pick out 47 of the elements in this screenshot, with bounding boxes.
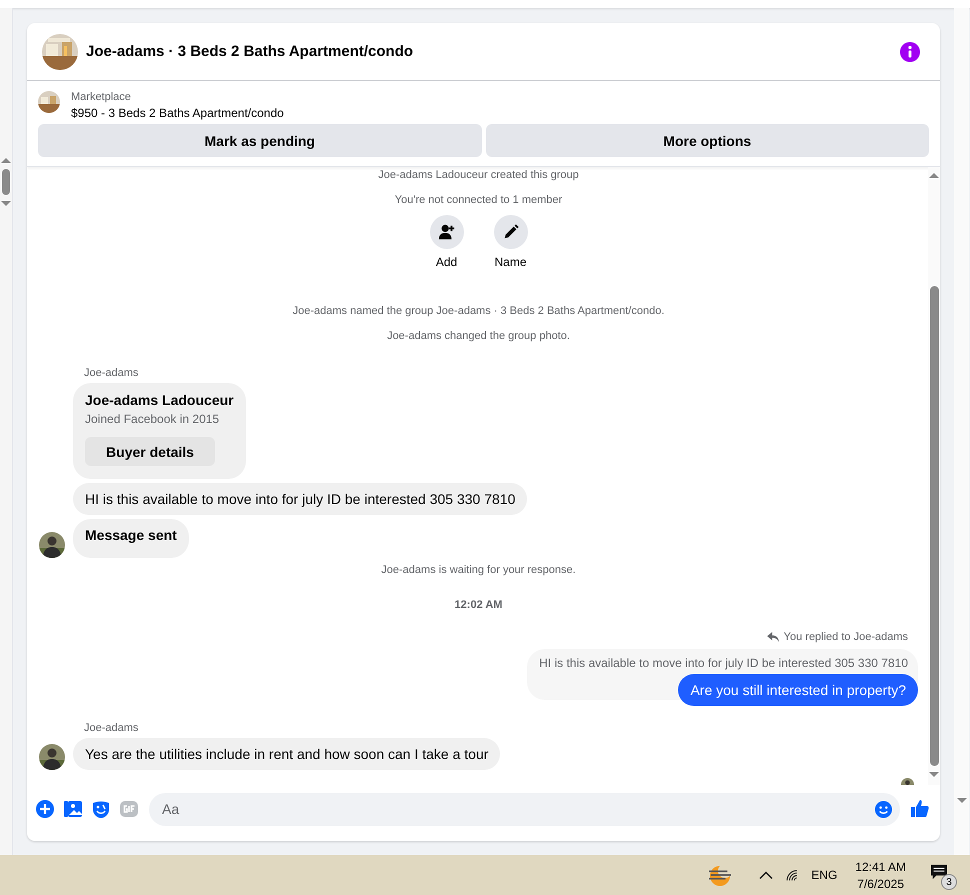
system-message: Joe-adams Ladouceur created this group bbox=[377, 169, 580, 181]
sticker-icon[interactable] bbox=[91, 799, 111, 819]
reply-icon bbox=[766, 632, 779, 642]
action-label: Add bbox=[436, 255, 458, 269]
profile-name: Joe-adams Ladouceur bbox=[85, 392, 234, 408]
clock[interactable]: 12:41 AM 7/6/2025 bbox=[855, 860, 906, 890]
language-indicator[interactable]: ENG bbox=[811, 868, 838, 882]
timestamp: 12:02 AM bbox=[454, 599, 504, 611]
system-message: Joe-adams changed the group photo. bbox=[386, 330, 571, 342]
buyer-details-button[interactable]: Buyer details bbox=[85, 437, 215, 466]
incoming-message: Message sent bbox=[73, 519, 189, 558]
incoming-message: Yes are the utilities include in rent and how soon can I take a tour bbox=[73, 738, 500, 770]
wifi-icon[interactable] bbox=[785, 868, 800, 882]
edit-name-button[interactable] bbox=[494, 215, 528, 249]
message-input[interactable]: Aa bbox=[160, 800, 874, 818]
action-label: Name bbox=[494, 255, 526, 269]
thumbs-up-icon[interactable] bbox=[910, 799, 930, 819]
notification-count: 3 bbox=[941, 874, 957, 890]
sender-name: Joe-adams bbox=[84, 722, 140, 734]
info-icon[interactable] bbox=[900, 42, 920, 62]
message-field[interactable]: Aa bbox=[149, 792, 900, 826]
add-person-button[interactable] bbox=[430, 215, 464, 249]
clock-time: 12:41 AM bbox=[855, 860, 906, 874]
listing-action-button[interactable]: Mark as pending bbox=[38, 124, 482, 157]
clock-date: 7/6/2025 bbox=[857, 876, 904, 890]
system-message: Joe-adams named the group Joe-adams · 3 Beds 2 Baths Apartment/condo. bbox=[292, 305, 666, 317]
system-message: You're not connected to 1 member bbox=[394, 194, 564, 206]
system-message: Joe-adams is waiting for your response. bbox=[380, 564, 577, 576]
listing-source: Marketplace bbox=[71, 91, 132, 103]
incoming-message: HI is this available to move into for july ID be interested 305 330 7810 bbox=[73, 483, 528, 515]
pencil-icon bbox=[502, 223, 520, 241]
notification-icon[interactable] bbox=[930, 864, 948, 880]
reply-note: You replied to Joe-adams bbox=[784, 631, 908, 643]
app-icon[interactable] bbox=[707, 864, 734, 886]
page-scrollbar[interactable] bbox=[0, 8, 13, 855]
listing-action-button[interactable]: More options bbox=[486, 124, 929, 157]
add-person-icon bbox=[438, 223, 456, 241]
outgoing-message: Are you still interested in property? bbox=[678, 674, 918, 706]
sender-name: Joe-adams bbox=[84, 367, 140, 379]
emoji-icon[interactable] bbox=[874, 800, 893, 818]
chat-title: Joe-adams · 3 Beds 2 Baths Apartment/condo bbox=[86, 43, 414, 60]
photo-icon[interactable] bbox=[63, 799, 83, 819]
page-scrollbar[interactable] bbox=[954, 8, 969, 855]
profile-subtitle: Joined Facebook in 2015 bbox=[85, 412, 220, 426]
listing-title[interactable]: $950 - 3 Beds 2 Baths Apartment/condo bbox=[71, 106, 284, 120]
plus-icon[interactable] bbox=[35, 799, 55, 819]
message-scrollbar[interactable] bbox=[928, 167, 940, 785]
